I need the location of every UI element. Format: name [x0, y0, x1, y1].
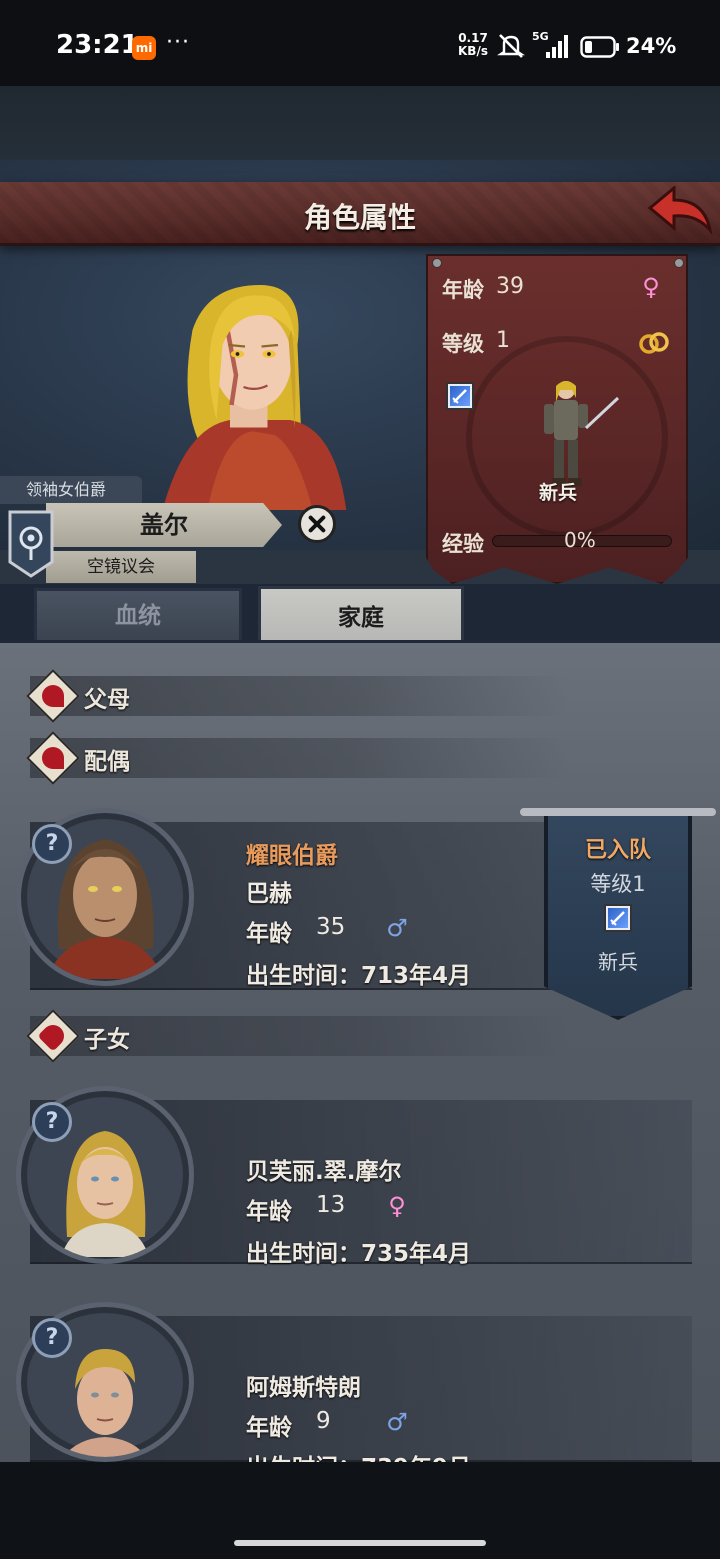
level-value: 1: [496, 328, 510, 353]
heart-icon: [26, 669, 80, 723]
page-title: 角色属性: [303, 201, 416, 234]
recruit-class-icon: [604, 904, 632, 932]
child-birth-date: 出生时间：739年9月: [246, 1448, 471, 1462]
dismiss-character-button[interactable]: [298, 505, 336, 543]
mi-app-icon: mi: [132, 36, 156, 60]
status-bar: 23:21 mi ··· 0.17 KB/s 5G 24%: [0, 0, 720, 86]
signal-5g-icon: 5G: [532, 30, 568, 58]
battery-icon: [580, 36, 619, 58]
exp-label: 经验: [442, 532, 484, 556]
network-type: 5G: [532, 30, 549, 43]
child-age-label: 年龄: [246, 1199, 292, 1225]
faction-crest-icon: [8, 510, 54, 578]
child-icon-fill: [37, 1020, 69, 1052]
more-notifications-icon: ···: [166, 30, 190, 55]
child-name: 贝芙丽.翠.摩尔: [246, 1159, 402, 1185]
male-gender-icon: ♂: [386, 914, 408, 942]
children-label: 子女: [84, 1027, 130, 1053]
joined-status: 已入队: [584, 838, 651, 863]
child-name: 阿姆斯特朗: [246, 1375, 361, 1401]
exp-value: 0%: [564, 528, 596, 552]
parents-section-header: 父母: [26, 669, 570, 723]
sword-icon: [452, 389, 467, 404]
child-age-value: 13: [316, 1192, 346, 1218]
child-age-label: 年龄: [246, 1415, 292, 1441]
female-gender-icon: ♀: [642, 273, 660, 301]
heart-icon: [26, 731, 80, 785]
rank-title: 领袖女伯爵: [0, 476, 142, 504]
network-speed: 0.17 KB/s: [458, 32, 488, 58]
spouse-title: 耀眼伯爵: [246, 843, 338, 869]
parents-label: 父母: [84, 687, 130, 713]
spouse-label: 配偶: [84, 749, 130, 775]
recruit-class-icon: [446, 382, 474, 410]
back-arrow-icon[interactable]: [646, 186, 714, 240]
network-speed-unit: KB/s: [458, 44, 488, 58]
level-label: 等级: [442, 332, 484, 356]
character-name: 盖尔: [46, 503, 282, 547]
children-section-header: 子女: [26, 1009, 570, 1063]
male-gender-icon: ♂: [386, 1408, 408, 1436]
child-icon: [26, 1009, 80, 1063]
home-indicator[interactable]: [234, 1540, 486, 1546]
spouse-name: 巴赫: [246, 881, 292, 907]
child-birth-date: 出生时间：735年4月: [246, 1241, 472, 1267]
age-value: 39: [496, 274, 524, 299]
spouse-section-header: 配偶: [26, 731, 570, 785]
age-label: 年龄: [442, 278, 484, 302]
heart-icon-fill: [42, 685, 64, 707]
status-time: 23:21: [56, 30, 139, 60]
sword-icon: [610, 911, 625, 926]
banner-rod: [520, 808, 716, 816]
board-pin-right: [674, 258, 684, 268]
tab-bloodline[interactable]: 血统: [34, 588, 242, 644]
child-help-icon[interactable]: ?: [32, 1102, 72, 1142]
character-class-name: 新兵: [538, 482, 577, 504]
faction-name: 空镜议会: [46, 551, 196, 583]
joined-level: 等级1: [590, 872, 646, 896]
marriage-rings-icon: [639, 332, 669, 354]
mute-bell-icon: [497, 34, 525, 58]
joined-class-name: 新兵: [598, 950, 638, 974]
spouse-help-icon[interactable]: ?: [32, 824, 72, 864]
female-gender-icon: ♀: [388, 1192, 406, 1220]
title-banner: 角色属性: [0, 182, 720, 246]
battery-percent: 24%: [626, 34, 677, 58]
heart-icon-fill: [42, 747, 64, 769]
child-age-value: 9: [316, 1408, 331, 1434]
spouse-age-value: 35: [316, 914, 346, 940]
tab-family[interactable]: 家庭: [258, 586, 464, 648]
child-help-icon[interactable]: ?: [32, 1318, 72, 1358]
spouse-birth-date: 出生时间：713年4月: [246, 963, 472, 989]
board-pin-left: [432, 258, 442, 268]
spouse-age-label: 年龄: [246, 921, 292, 947]
